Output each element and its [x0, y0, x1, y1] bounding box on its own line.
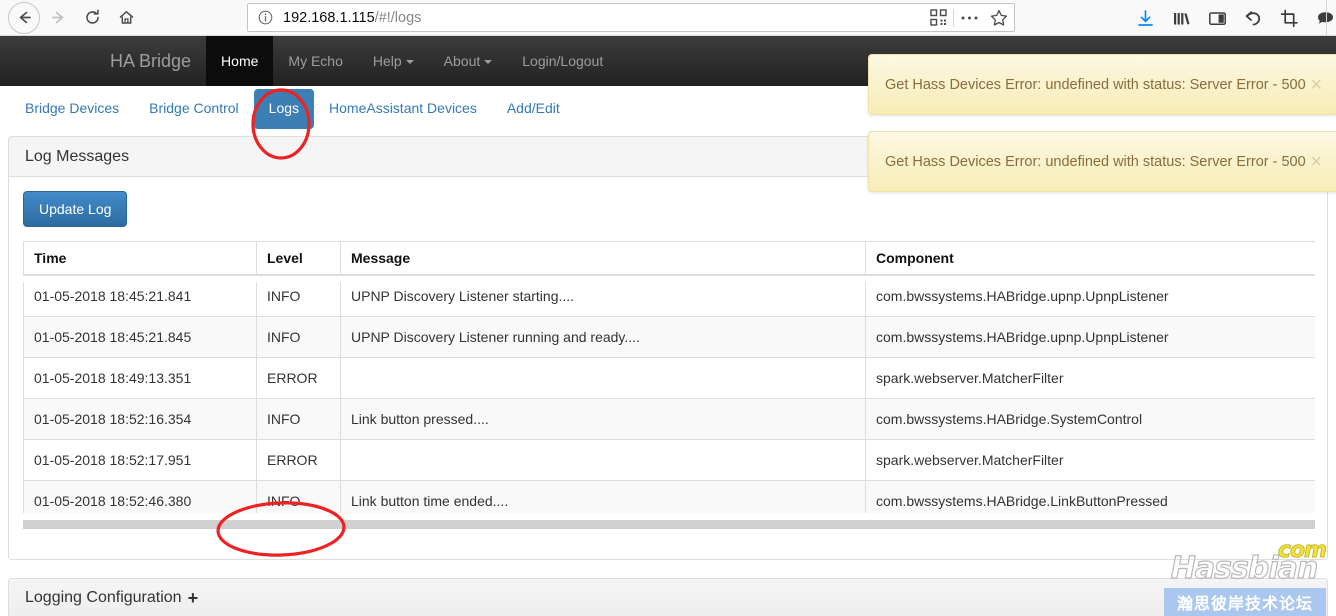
- tab-bridge-devices[interactable]: Bridge Devices: [10, 89, 134, 129]
- column-header-time[interactable]: Time: [23, 241, 257, 276]
- nav-item-help[interactable]: Help: [358, 36, 429, 86]
- cell-message: UPNP Discovery Listener running and read…: [340, 316, 866, 358]
- scrollbar-thumb[interactable]: [23, 520, 1315, 529]
- url-host: 192.168.1.115: [283, 9, 375, 26]
- sidebar-icon[interactable]: [1202, 3, 1232, 33]
- nav-item-login-logout[interactable]: Login/Logout: [507, 36, 618, 86]
- browser-nav-buttons: [0, 1, 142, 34]
- table-row[interactable]: 01-05-2018 18:52:16.354 INFO Link button…: [23, 398, 1315, 440]
- table-row[interactable]: 01-05-2018 18:45:21.845 INFO UPNP Discov…: [23, 316, 1315, 358]
- address-bar-actions: [923, 4, 1014, 31]
- cell-time: 01-05-2018 18:52:16.354: [23, 398, 257, 440]
- table-row[interactable]: 01-05-2018 18:52:46.380 INFO Link button…: [23, 480, 1315, 513]
- address-bar[interactable]: 192.168.1.115/#!/logs: [247, 3, 1015, 32]
- cell-component: com.bwssystems.HABridge.SystemControl: [865, 398, 1315, 440]
- chevron-down-icon: [484, 60, 493, 65]
- table-row[interactable]: 01-05-2018 18:52:17.951 ERROR spark.webs…: [23, 439, 1315, 481]
- cell-message: [340, 439, 866, 481]
- library-icon[interactable]: [1166, 3, 1196, 33]
- chrome-edge-divider: [1326, 0, 1327, 36]
- url-text: 192.168.1.115/#!/logs: [283, 10, 421, 26]
- cell-time: 01-05-2018 18:49:13.351: [23, 357, 257, 399]
- home-icon: [119, 11, 133, 24]
- nav-item-about-label: About: [443, 53, 481, 69]
- cell-level: INFO: [256, 282, 341, 317]
- panel-body: Update Log Time Level Message Component: [9, 177, 1327, 539]
- close-icon[interactable]: ×: [1310, 75, 1336, 95]
- nav-item-help-label: Help: [372, 53, 402, 69]
- log-table: Time Level Message Component: [23, 241, 1315, 276]
- tab-logs[interactable]: Logs: [253, 89, 315, 129]
- table-header-row: Time Level Message Component: [23, 241, 1315, 276]
- nav-item-my-echo-label: My Echo: [288, 53, 343, 69]
- cell-time: 01-05-2018 18:52:17.951: [23, 439, 257, 481]
- info-circle-icon[interactable]: [258, 10, 273, 25]
- cell-component: spark.webserver.MatcherFilter: [865, 439, 1315, 481]
- nav-item-login-logout-label: Login/Logout: [522, 53, 604, 69]
- back-arrow-icon: [19, 11, 31, 24]
- toast-message: Get Hass Devices Error: undefined with s…: [885, 153, 1306, 170]
- chat-bubble-icon[interactable]: [1310, 3, 1336, 33]
- forward-button: [42, 2, 74, 34]
- cell-message: UPNP Discovery Listener starting....: [340, 282, 866, 317]
- forward-arrow-icon: [51, 11, 63, 24]
- cell-component: com.bwssystems.HABridge.upnp.UpnpListene…: [865, 282, 1315, 317]
- star-icon[interactable]: [984, 4, 1014, 31]
- cell-level: ERROR: [256, 439, 341, 481]
- toast-notification[interactable]: Get Hass Devices Error: undefined with s…: [868, 54, 1336, 115]
- cell-time: 01-05-2018 18:52:46.380: [23, 480, 257, 513]
- tab-homeassistant-devices[interactable]: HomeAssistant Devices: [314, 89, 492, 129]
- downloads-icon[interactable]: [1130, 3, 1160, 33]
- back-button[interactable]: [8, 1, 40, 34]
- home-button[interactable]: [110, 2, 142, 34]
- chevron-down-icon: [405, 60, 414, 65]
- tab-bridge-control[interactable]: Bridge Control: [134, 89, 254, 129]
- cell-time: 01-05-2018 18:45:21.841: [23, 282, 257, 317]
- cell-level: ERROR: [256, 357, 341, 399]
- nav-item-about[interactable]: About: [429, 36, 508, 86]
- log-table-scroll-container[interactable]: Time Level Message Component 01-05-2018 …: [23, 241, 1315, 539]
- log-rows-viewport: 01-05-2018 18:45:21.841 INFO UPNP Discov…: [23, 282, 1315, 513]
- tab-add-edit[interactable]: Add/Edit: [492, 89, 575, 129]
- column-header-message[interactable]: Message: [340, 241, 866, 276]
- logging-configuration-title: Logging Configuration: [25, 588, 182, 606]
- undo-icon[interactable]: [1238, 3, 1268, 33]
- app-brand[interactable]: HA Bridge: [95, 36, 206, 86]
- horizontal-scrollbar[interactable]: [23, 520, 1315, 529]
- reload-icon: [85, 9, 99, 24]
- toast-notification[interactable]: Get Hass Devices Error: undefined with s…: [868, 131, 1336, 192]
- cell-time: 01-05-2018 18:45:21.845: [23, 316, 257, 358]
- column-header-component[interactable]: Component: [865, 241, 1315, 276]
- table-row[interactable]: 01-05-2018 18:45:21.841 INFO UPNP Discov…: [23, 282, 1315, 317]
- nav-item-home-label: Home: [221, 53, 259, 69]
- logging-configuration-panel: Logging Configuration +: [8, 578, 1328, 616]
- update-log-button[interactable]: Update Log: [23, 191, 128, 227]
- logging-configuration-header[interactable]: Logging Configuration +: [9, 579, 1327, 616]
- toast-message: Get Hass Devices Error: undefined with s…: [885, 76, 1306, 93]
- cell-component: com.bwssystems.HABridge.LinkButtonPresse…: [865, 480, 1315, 513]
- ellipsis-icon[interactable]: [954, 4, 984, 31]
- cell-level: INFO: [256, 316, 341, 358]
- log-table-body: 01-05-2018 18:45:21.841 INFO UPNP Discov…: [23, 282, 1315, 513]
- cell-level: INFO: [256, 480, 341, 513]
- screenshot-crop-icon[interactable]: [1274, 3, 1304, 33]
- plus-icon[interactable]: +: [188, 589, 199, 607]
- browser-extension-toolbar: [1130, 0, 1336, 36]
- column-header-level[interactable]: Level: [256, 241, 341, 276]
- log-messages-panel: Log Messages Update Log Time Level Messa…: [8, 136, 1328, 560]
- reload-button[interactable]: [76, 2, 108, 34]
- cell-message: [340, 357, 866, 399]
- cell-component: com.bwssystems.HABridge.upnp.UpnpListene…: [865, 316, 1315, 358]
- cell-message: Link button pressed....: [340, 398, 866, 440]
- nav-item-my-echo[interactable]: My Echo: [273, 36, 357, 86]
- cell-component: spark.webserver.MatcherFilter: [865, 357, 1315, 399]
- table-row[interactable]: 01-05-2018 18:49:13.351 ERROR spark.webs…: [23, 357, 1315, 399]
- qr-code-icon[interactable]: [923, 4, 953, 31]
- nav-item-home[interactable]: Home: [206, 36, 274, 86]
- close-icon[interactable]: ×: [1310, 152, 1336, 172]
- cell-message: Link button time ended....: [340, 480, 866, 513]
- cell-level: INFO: [256, 398, 341, 440]
- browser-toolbar: 192.168.1.115/#!/logs: [0, 0, 1336, 36]
- url-path: /#!/logs: [374, 9, 422, 26]
